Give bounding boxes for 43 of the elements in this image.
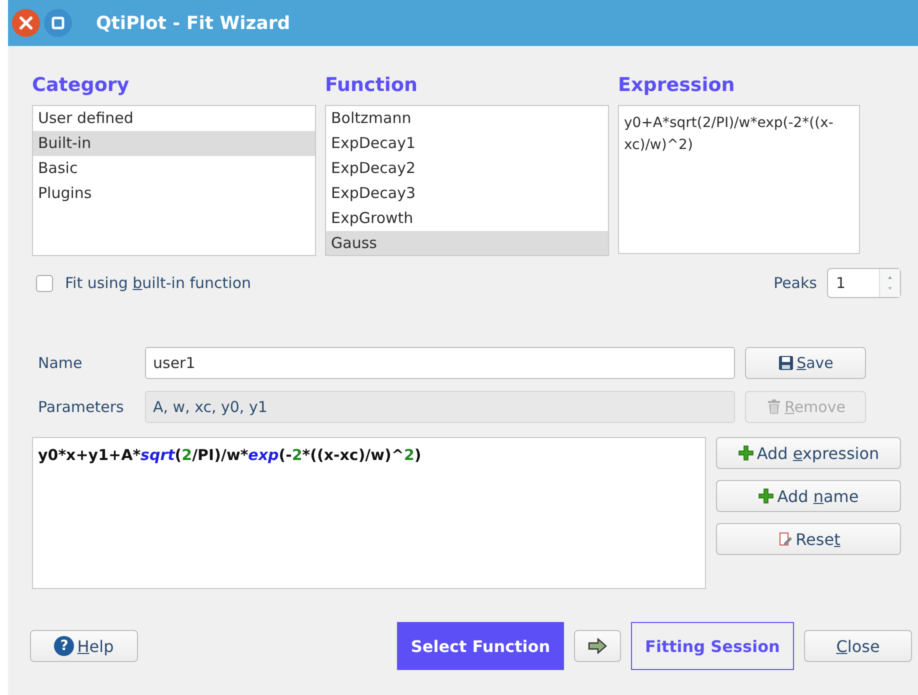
name-label: Name: [37, 354, 84, 372]
category-item[interactable]: Plugins: [33, 181, 315, 206]
checkbox[interactable]: [36, 274, 53, 292]
add-button[interactable]: Add name: [716, 480, 901, 512]
function-item[interactable]: ExpGrowth: [326, 206, 608, 231]
formula-text: y0*x+y1+A*sqrt(2/PI)/w*exp(-2*((x-xc)/w)^2): [38, 446, 422, 464]
maximize-icon: [51, 16, 65, 30]
help-button[interactable]: ? Help: [30, 630, 138, 662]
category-heading: Category: [32, 73, 130, 98]
plus-icon: [758, 488, 774, 504]
function-item[interactable]: ExpDecay3: [326, 181, 608, 206]
help-icon: ?: [54, 636, 74, 656]
close-button[interactable]: Close: [804, 630, 912, 662]
window-title: QtiPlot - Fit Wizard: [96, 12, 290, 34]
next-step-button[interactable]: [574, 630, 621, 662]
peaks-label: Peaks: [774, 274, 817, 292]
close-icon: [18, 15, 34, 31]
close-window-button[interactable]: [12, 9, 40, 37]
wizard-step-tab[interactable]: Select Function: [397, 622, 564, 670]
save-button[interactable]: Save: [745, 347, 866, 379]
peaks-spinbox[interactable]: 1: [827, 268, 901, 298]
right-arrow-icon: [588, 638, 608, 654]
function-item[interactable]: ExpDecay1: [326, 131, 608, 156]
category-item[interactable]: Basic: [33, 156, 315, 181]
expression-text: y0+A*sqrt(2/PI)/w*exp(-2*((x-xc)/w)^2): [618, 105, 860, 254]
add-button[interactable]: Add expression: [716, 437, 901, 469]
function-heading: Function: [325, 73, 419, 98]
maximize-window-button[interactable]: [44, 9, 72, 37]
trash-icon: [766, 399, 782, 415]
name-field[interactable]: user1: [145, 347, 735, 379]
expression-heading: Expression: [618, 73, 736, 98]
wizard-step-tab[interactable]: Fitting Session: [631, 622, 794, 670]
function-item[interactable]: ExpDecay2: [326, 156, 608, 181]
checkbox-label: Fit using built-in function: [65, 274, 252, 292]
parameters-field: A, w, xc, y0, y1: [145, 391, 735, 423]
parameters-label: Parameters: [37, 398, 125, 416]
formula-editor[interactable]: y0*x+y1+A*sqrt(2/PI)/w*exp(-2*((x-xc)/w)^2): [32, 437, 706, 589]
reset-button[interactable]: Reset: [716, 523, 901, 555]
category-item[interactable]: User defined: [33, 106, 315, 131]
plus-icon: [738, 445, 754, 461]
function-item[interactable]: Boltzmann: [326, 106, 608, 131]
category-item[interactable]: Built-in: [33, 131, 315, 156]
function-item[interactable]: Gauss: [326, 231, 608, 255]
